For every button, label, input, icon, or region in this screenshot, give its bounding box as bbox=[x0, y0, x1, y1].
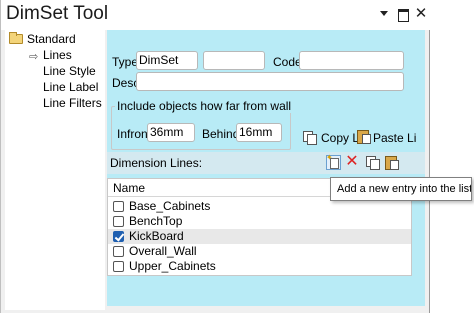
row-checkbox[interactable] bbox=[113, 216, 124, 227]
tree-root-label: Standard bbox=[27, 32, 76, 46]
copy-entry-icon[interactable] bbox=[365, 155, 380, 170]
row-checkbox[interactable] bbox=[113, 231, 124, 242]
tree-item-label: Lines bbox=[43, 48, 72, 62]
copy-button[interactable]: Copy Li bbox=[301, 129, 363, 145]
arrow-right-icon: ⇨ bbox=[29, 51, 39, 63]
tooltip: Add a new entry into the list bbox=[330, 177, 472, 201]
infront-field[interactable]: 36mm bbox=[147, 123, 195, 142]
copy-icon bbox=[302, 130, 317, 145]
column-header-label: Name bbox=[113, 181, 146, 195]
paste-entry-icon[interactable] bbox=[384, 155, 399, 170]
row-label: BenchTop bbox=[129, 214, 183, 228]
list-item[interactable]: Upper_Cabinets bbox=[108, 259, 411, 274]
type-extra-field[interactable] bbox=[203, 51, 265, 70]
dimset-tool-window: DimSet Tool ✕ Standard ⇨ Lines Line Styl… bbox=[0, 0, 431, 313]
tree-item-label: Line Filters bbox=[43, 96, 102, 110]
list-item[interactable]: Overall_Wall bbox=[108, 244, 411, 259]
window-title: DimSet Tool bbox=[6, 3, 109, 24]
code-field[interactable] bbox=[299, 51, 404, 70]
row-checkbox[interactable] bbox=[113, 246, 124, 257]
pin-icon[interactable] bbox=[377, 6, 391, 22]
list-item[interactable]: KickBoard bbox=[108, 229, 411, 244]
type-field[interactable]: DimSet bbox=[136, 51, 198, 70]
row-label: Upper_Cabinets bbox=[129, 259, 216, 273]
paste-icon bbox=[356, 129, 371, 144]
close-icon[interactable]: ✕ bbox=[414, 6, 428, 22]
dimension-lines-toolbar: Dimension Lines: ✕ bbox=[107, 152, 425, 174]
behind-field[interactable]: 16mm bbox=[236, 123, 282, 142]
desc-field[interactable] bbox=[136, 72, 404, 91]
dimension-lines-label: Dimension Lines: bbox=[110, 156, 203, 170]
row-label: KickBoard bbox=[129, 229, 184, 243]
row-checkbox[interactable] bbox=[113, 201, 124, 212]
list-item[interactable]: Base_Cabinets bbox=[108, 199, 411, 214]
tree-item-label: Line Label bbox=[43, 80, 99, 94]
title-bar: DimSet Tool ✕ bbox=[1, 0, 431, 30]
list-item[interactable]: BenchTop bbox=[108, 214, 411, 229]
paste-button[interactable]: Paste Li bbox=[355, 128, 417, 145]
row-checkbox[interactable] bbox=[113, 261, 124, 272]
delete-icon[interactable]: ✕ bbox=[345, 154, 359, 170]
paste-button-label: Paste Li bbox=[373, 131, 417, 145]
row-label: Overall_Wall bbox=[129, 244, 197, 258]
navigation-tree: Standard ⇨ Lines Line Style Line Label L… bbox=[5, 30, 105, 310]
include-group-title: Include objects how far from wall bbox=[115, 99, 294, 113]
new-entry-icon[interactable] bbox=[326, 153, 341, 170]
tree-item-label: Line Style bbox=[43, 64, 96, 78]
folder-icon bbox=[9, 32, 23, 44]
row-label: Base_Cabinets bbox=[129, 199, 211, 213]
maximize-icon[interactable] bbox=[396, 6, 410, 22]
